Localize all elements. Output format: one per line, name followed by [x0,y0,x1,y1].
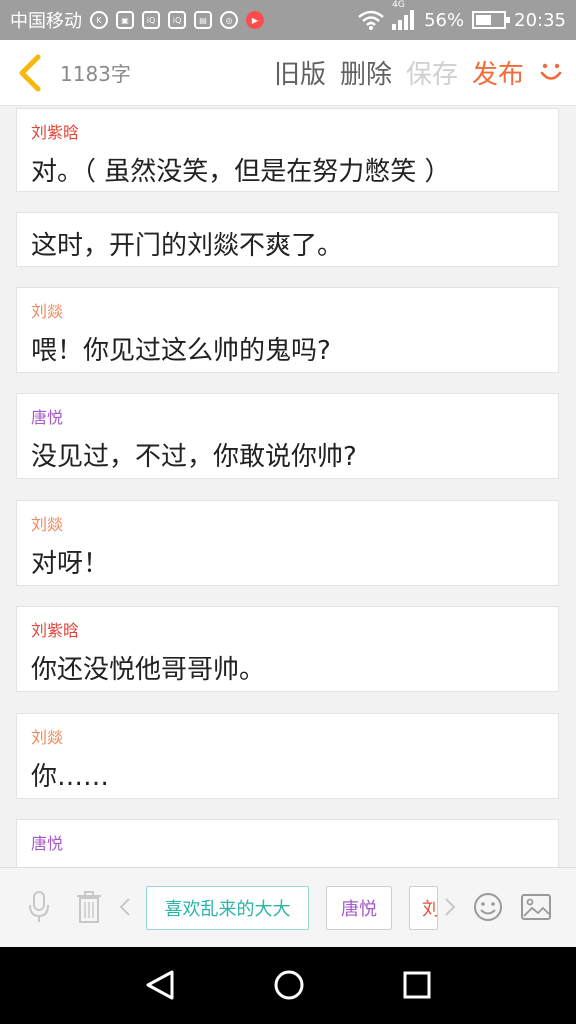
microphone-button[interactable] [22,890,56,924]
chevron-left-icon [119,898,130,916]
network-label: 4G [392,0,405,10]
scroll-right-button[interactable] [440,890,460,924]
speaker-name: 刘燚 [31,515,64,534]
dialogue-card[interactable]: 刘燚 对呀！ [16,500,559,586]
clock: 20:35 [514,9,566,31]
smile-icon[interactable] [538,60,564,86]
trash-button[interactable] [72,890,106,924]
signal-icon [392,10,415,30]
narration-card[interactable]: 这时，开门的刘燚不爽了。 [16,212,559,267]
wifi-icon [358,10,384,30]
editor-top-bar: 1183字 旧版 删除 保存 发布 [0,40,576,106]
speaker-name: 刘紫晗 [31,123,80,142]
dialogue-text: 对呀！ [31,549,110,579]
dialogue-text: 你…… [31,762,110,792]
dialogue-text: 你还没悦他哥哥帅。 [31,655,266,685]
nav-back-button[interactable] [142,967,178,1003]
navigation-bar [0,947,576,1024]
iqiyi-icon: iQ [142,11,160,29]
battery-fill [476,15,492,25]
triangle-back-icon [146,970,174,1000]
dialogue-card[interactable]: 刘紫晗 你还没悦他哥哥帅。 [16,606,559,692]
share-app-icon: ◎ [220,11,238,29]
save-button[interactable]: 保存 [406,54,458,91]
square-recents-icon [403,971,431,999]
dialogue-card[interactable]: 刘紫晗 对。（ 虽然没笑，但是在努力憋笑 ） [16,108,559,192]
chevron-left-icon [19,54,41,91]
speaker-name: 唐悦 [31,408,64,427]
battery-icon [472,11,511,29]
image-button[interactable] [519,890,553,924]
dialogue-text: 喂！你见过这么帅的鬼吗? [31,336,331,366]
word-count: 1183字 [60,62,131,86]
microphone-icon [29,891,49,922]
image-icon [521,894,551,920]
status-bar: 中国移动 K ▣ iQ iQ ▤ ◎ ▶ 4G 56% 20:35 [0,0,576,40]
dialogue-card[interactable]: 刘燚 喂！你见过这么帅的鬼吗? [16,287,559,373]
dialogue-card[interactable]: 刘燚 你…… [16,713,559,799]
speaker-name: 刘燚 [31,302,64,321]
character-chip[interactable]: 刘 [409,886,438,930]
speaker-name: 刘紫晗 [31,621,80,640]
character-chip[interactable]: 唐悦 [326,886,392,930]
old-version-button[interactable]: 旧版 [274,54,326,91]
speaker-name: 唐悦 [31,834,64,853]
narration-text: 这时，开门的刘燚不爽了。 [31,231,344,261]
nav-recents-button[interactable] [399,967,435,1003]
dialogue-card[interactable]: 唐悦 [16,819,559,867]
nav-home-button[interactable] [271,967,307,1003]
publish-button[interactable]: 发布 [472,54,524,91]
battery-percent: 56% [424,9,465,31]
story-content: 刘紫晗 对。（ 虽然没笑，但是在努力憋笑 ） 这时，开门的刘燚不爽了。 刘燚 喂… [0,106,576,867]
speaker-name: 刘燚 [31,728,64,747]
scroll-left-button[interactable] [112,890,138,924]
carrier-label: 中国移动 [10,11,82,32]
image-app-icon: ▣ [116,11,134,29]
editor-toolbar: 喜欢乱来的大大 唐悦 刘 [0,867,576,947]
emoji-button[interactable] [471,890,505,924]
shopping-icon: ▤ [194,11,212,29]
dialogue-text: 没见过，不过，你敢说你帅? [31,442,357,472]
back-button[interactable] [0,40,60,106]
dialogue-card[interactable]: 唐悦 没见过，不过，你敢说你帅? [16,393,559,479]
trash-icon [77,891,101,923]
chevron-right-icon [445,898,456,916]
emoji-icon [474,893,502,921]
iqiyi-icon-2: iQ [168,11,186,29]
circle-home-icon [274,970,304,1000]
video-app-icon: ▶ [246,11,264,29]
character-chip[interactable]: 喜欢乱来的大大 [146,886,309,930]
dialogue-text: 对。（ 虽然没笑，但是在努力憋笑 ） [31,157,451,187]
delete-button[interactable]: 删除 [340,54,392,91]
k-app-icon: K [90,11,108,29]
